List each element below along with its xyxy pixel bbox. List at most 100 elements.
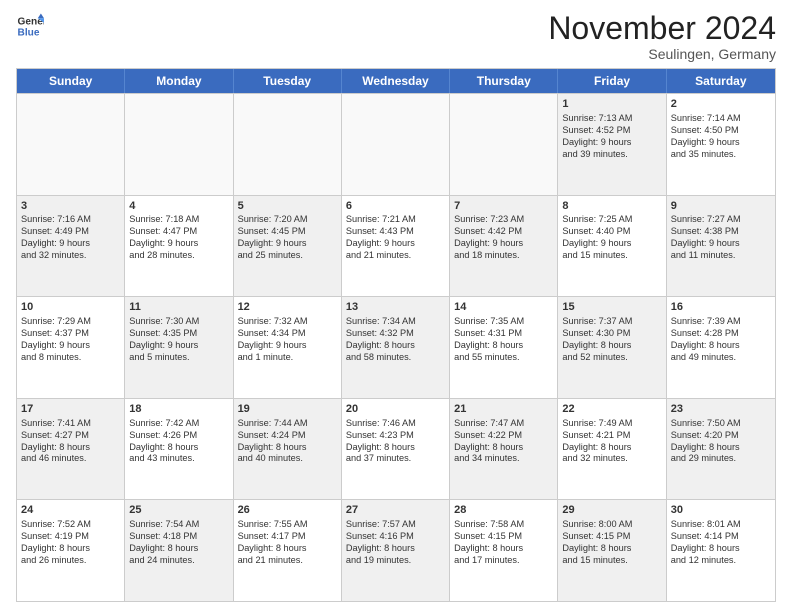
calendar-cell — [342, 94, 450, 195]
cell-daylight-info: Sunrise: 7:46 AM Sunset: 4:23 PM Dayligh… — [346, 418, 445, 466]
calendar-row: 17Sunrise: 7:41 AM Sunset: 4:27 PM Dayli… — [17, 398, 775, 500]
calendar-cell: 6Sunrise: 7:21 AM Sunset: 4:43 PM Daylig… — [342, 196, 450, 297]
cell-daylight-info: Sunrise: 7:55 AM Sunset: 4:17 PM Dayligh… — [238, 519, 337, 567]
calendar-cell: 4Sunrise: 7:18 AM Sunset: 4:47 PM Daylig… — [125, 196, 233, 297]
cell-daylight-info: Sunrise: 7:27 AM Sunset: 4:38 PM Dayligh… — [671, 214, 771, 262]
calendar-cell: 21Sunrise: 7:47 AM Sunset: 4:22 PM Dayli… — [450, 399, 558, 500]
day-number: 6 — [346, 199, 445, 214]
calendar-cell: 12Sunrise: 7:32 AM Sunset: 4:34 PM Dayli… — [234, 297, 342, 398]
cell-daylight-info: Sunrise: 7:13 AM Sunset: 4:52 PM Dayligh… — [562, 113, 661, 161]
cell-daylight-info: Sunrise: 7:54 AM Sunset: 4:18 PM Dayligh… — [129, 519, 228, 567]
cell-daylight-info: Sunrise: 7:14 AM Sunset: 4:50 PM Dayligh… — [671, 113, 771, 161]
day-number: 28 — [454, 503, 553, 518]
calendar-cell: 23Sunrise: 7:50 AM Sunset: 4:20 PM Dayli… — [667, 399, 775, 500]
calendar: SundayMondayTuesdayWednesdayThursdayFrid… — [16, 68, 776, 602]
day-number: 25 — [129, 503, 228, 518]
cell-daylight-info: Sunrise: 7:58 AM Sunset: 4:15 PM Dayligh… — [454, 519, 553, 567]
calendar-header: SundayMondayTuesdayWednesdayThursdayFrid… — [17, 69, 775, 93]
weekday-header: Monday — [125, 69, 233, 93]
cell-daylight-info: Sunrise: 7:49 AM Sunset: 4:21 PM Dayligh… — [562, 418, 661, 466]
cell-daylight-info: Sunrise: 7:47 AM Sunset: 4:22 PM Dayligh… — [454, 418, 553, 466]
calendar-cell: 14Sunrise: 7:35 AM Sunset: 4:31 PM Dayli… — [450, 297, 558, 398]
calendar-row: 1Sunrise: 7:13 AM Sunset: 4:52 PM Daylig… — [17, 93, 775, 195]
weekday-header: Wednesday — [342, 69, 450, 93]
calendar-cell: 15Sunrise: 7:37 AM Sunset: 4:30 PM Dayli… — [558, 297, 666, 398]
calendar-cell: 9Sunrise: 7:27 AM Sunset: 4:38 PM Daylig… — [667, 196, 775, 297]
calendar-cell: 16Sunrise: 7:39 AM Sunset: 4:28 PM Dayli… — [667, 297, 775, 398]
calendar-body: 1Sunrise: 7:13 AM Sunset: 4:52 PM Daylig… — [17, 93, 775, 601]
day-number: 13 — [346, 300, 445, 315]
weekday-header: Tuesday — [234, 69, 342, 93]
day-number: 12 — [238, 300, 337, 315]
day-number: 23 — [671, 402, 771, 417]
calendar-cell: 20Sunrise: 7:46 AM Sunset: 4:23 PM Dayli… — [342, 399, 450, 500]
calendar-row: 10Sunrise: 7:29 AM Sunset: 4:37 PM Dayli… — [17, 296, 775, 398]
day-number: 30 — [671, 503, 771, 518]
day-number: 21 — [454, 402, 553, 417]
cell-daylight-info: Sunrise: 7:29 AM Sunset: 4:37 PM Dayligh… — [21, 316, 120, 364]
calendar-cell: 7Sunrise: 7:23 AM Sunset: 4:42 PM Daylig… — [450, 196, 558, 297]
calendar-row: 24Sunrise: 7:52 AM Sunset: 4:19 PM Dayli… — [17, 499, 775, 601]
calendar-cell: 29Sunrise: 8:00 AM Sunset: 4:15 PM Dayli… — [558, 500, 666, 601]
general-blue-icon: General Blue — [16, 12, 44, 40]
cell-daylight-info: Sunrise: 7:18 AM Sunset: 4:47 PM Dayligh… — [129, 214, 228, 262]
calendar-cell: 28Sunrise: 7:58 AM Sunset: 4:15 PM Dayli… — [450, 500, 558, 601]
day-number: 1 — [562, 97, 661, 112]
cell-daylight-info: Sunrise: 7:39 AM Sunset: 4:28 PM Dayligh… — [671, 316, 771, 364]
day-number: 10 — [21, 300, 120, 315]
day-number: 4 — [129, 199, 228, 214]
cell-daylight-info: Sunrise: 7:23 AM Sunset: 4:42 PM Dayligh… — [454, 214, 553, 262]
cell-daylight-info: Sunrise: 7:42 AM Sunset: 4:26 PM Dayligh… — [129, 418, 228, 466]
calendar-cell: 10Sunrise: 7:29 AM Sunset: 4:37 PM Dayli… — [17, 297, 125, 398]
weekday-header: Thursday — [450, 69, 558, 93]
calendar-cell: 1Sunrise: 7:13 AM Sunset: 4:52 PM Daylig… — [558, 94, 666, 195]
cell-daylight-info: Sunrise: 7:16 AM Sunset: 4:49 PM Dayligh… — [21, 214, 120, 262]
calendar-cell — [450, 94, 558, 195]
day-number: 5 — [238, 199, 337, 214]
month-title: November 2024 — [548, 12, 776, 44]
weekday-header: Friday — [558, 69, 666, 93]
weekday-header: Sunday — [17, 69, 125, 93]
calendar-cell: 27Sunrise: 7:57 AM Sunset: 4:16 PM Dayli… — [342, 500, 450, 601]
cell-daylight-info: Sunrise: 7:44 AM Sunset: 4:24 PM Dayligh… — [238, 418, 337, 466]
cell-daylight-info: Sunrise: 7:34 AM Sunset: 4:32 PM Dayligh… — [346, 316, 445, 364]
calendar-cell: 30Sunrise: 8:01 AM Sunset: 4:14 PM Dayli… — [667, 500, 775, 601]
day-number: 17 — [21, 402, 120, 417]
cell-daylight-info: Sunrise: 7:35 AM Sunset: 4:31 PM Dayligh… — [454, 316, 553, 364]
calendar-cell: 3Sunrise: 7:16 AM Sunset: 4:49 PM Daylig… — [17, 196, 125, 297]
cell-daylight-info: Sunrise: 7:37 AM Sunset: 4:30 PM Dayligh… — [562, 316, 661, 364]
cell-daylight-info: Sunrise: 7:50 AM Sunset: 4:20 PM Dayligh… — [671, 418, 771, 466]
calendar-cell: 26Sunrise: 7:55 AM Sunset: 4:17 PM Dayli… — [234, 500, 342, 601]
day-number: 20 — [346, 402, 445, 417]
calendar-cell: 17Sunrise: 7:41 AM Sunset: 4:27 PM Dayli… — [17, 399, 125, 500]
cell-daylight-info: Sunrise: 8:01 AM Sunset: 4:14 PM Dayligh… — [671, 519, 771, 567]
day-number: 18 — [129, 402, 228, 417]
svg-text:Blue: Blue — [18, 27, 40, 38]
day-number: 16 — [671, 300, 771, 315]
day-number: 3 — [21, 199, 120, 214]
calendar-cell: 11Sunrise: 7:30 AM Sunset: 4:35 PM Dayli… — [125, 297, 233, 398]
day-number: 19 — [238, 402, 337, 417]
calendar-cell: 8Sunrise: 7:25 AM Sunset: 4:40 PM Daylig… — [558, 196, 666, 297]
calendar-cell: 24Sunrise: 7:52 AM Sunset: 4:19 PM Dayli… — [17, 500, 125, 601]
day-number: 27 — [346, 503, 445, 518]
calendar-cell: 25Sunrise: 7:54 AM Sunset: 4:18 PM Dayli… — [125, 500, 233, 601]
day-number: 9 — [671, 199, 771, 214]
header-right: November 2024 Seulingen, Germany — [548, 12, 776, 62]
logo: General Blue — [16, 12, 44, 40]
day-number: 22 — [562, 402, 661, 417]
calendar-cell: 18Sunrise: 7:42 AM Sunset: 4:26 PM Dayli… — [125, 399, 233, 500]
cell-daylight-info: Sunrise: 7:25 AM Sunset: 4:40 PM Dayligh… — [562, 214, 661, 262]
cell-daylight-info: Sunrise: 7:20 AM Sunset: 4:45 PM Dayligh… — [238, 214, 337, 262]
cell-daylight-info: Sunrise: 7:41 AM Sunset: 4:27 PM Dayligh… — [21, 418, 120, 466]
top-section: General Blue November 2024 Seulingen, Ge… — [16, 12, 776, 62]
cell-daylight-info: Sunrise: 8:00 AM Sunset: 4:15 PM Dayligh… — [562, 519, 661, 567]
day-number: 8 — [562, 199, 661, 214]
calendar-cell: 2Sunrise: 7:14 AM Sunset: 4:50 PM Daylig… — [667, 94, 775, 195]
day-number: 11 — [129, 300, 228, 315]
cell-daylight-info: Sunrise: 7:57 AM Sunset: 4:16 PM Dayligh… — [346, 519, 445, 567]
cell-daylight-info: Sunrise: 7:32 AM Sunset: 4:34 PM Dayligh… — [238, 316, 337, 364]
calendar-cell: 22Sunrise: 7:49 AM Sunset: 4:21 PM Dayli… — [558, 399, 666, 500]
day-number: 7 — [454, 199, 553, 214]
day-number: 26 — [238, 503, 337, 518]
